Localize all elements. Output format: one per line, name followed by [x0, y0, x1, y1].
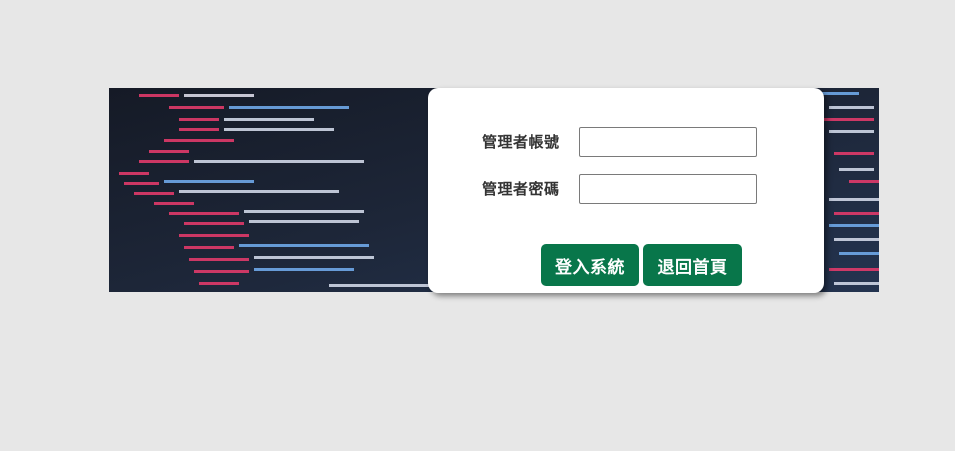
account-input[interactable]: [579, 127, 757, 157]
password-row: 管理者密碼: [428, 174, 824, 204]
account-label: 管理者帳號: [482, 133, 560, 151]
login-card: 管理者帳號 管理者密碼 登入系統 退回首頁: [428, 88, 824, 293]
password-input[interactable]: [579, 174, 757, 204]
password-label: 管理者密碼: [482, 180, 560, 198]
back-home-button[interactable]: 退回首頁: [643, 244, 742, 286]
login-button[interactable]: 登入系統: [541, 244, 639, 286]
account-row: 管理者帳號: [428, 127, 824, 157]
